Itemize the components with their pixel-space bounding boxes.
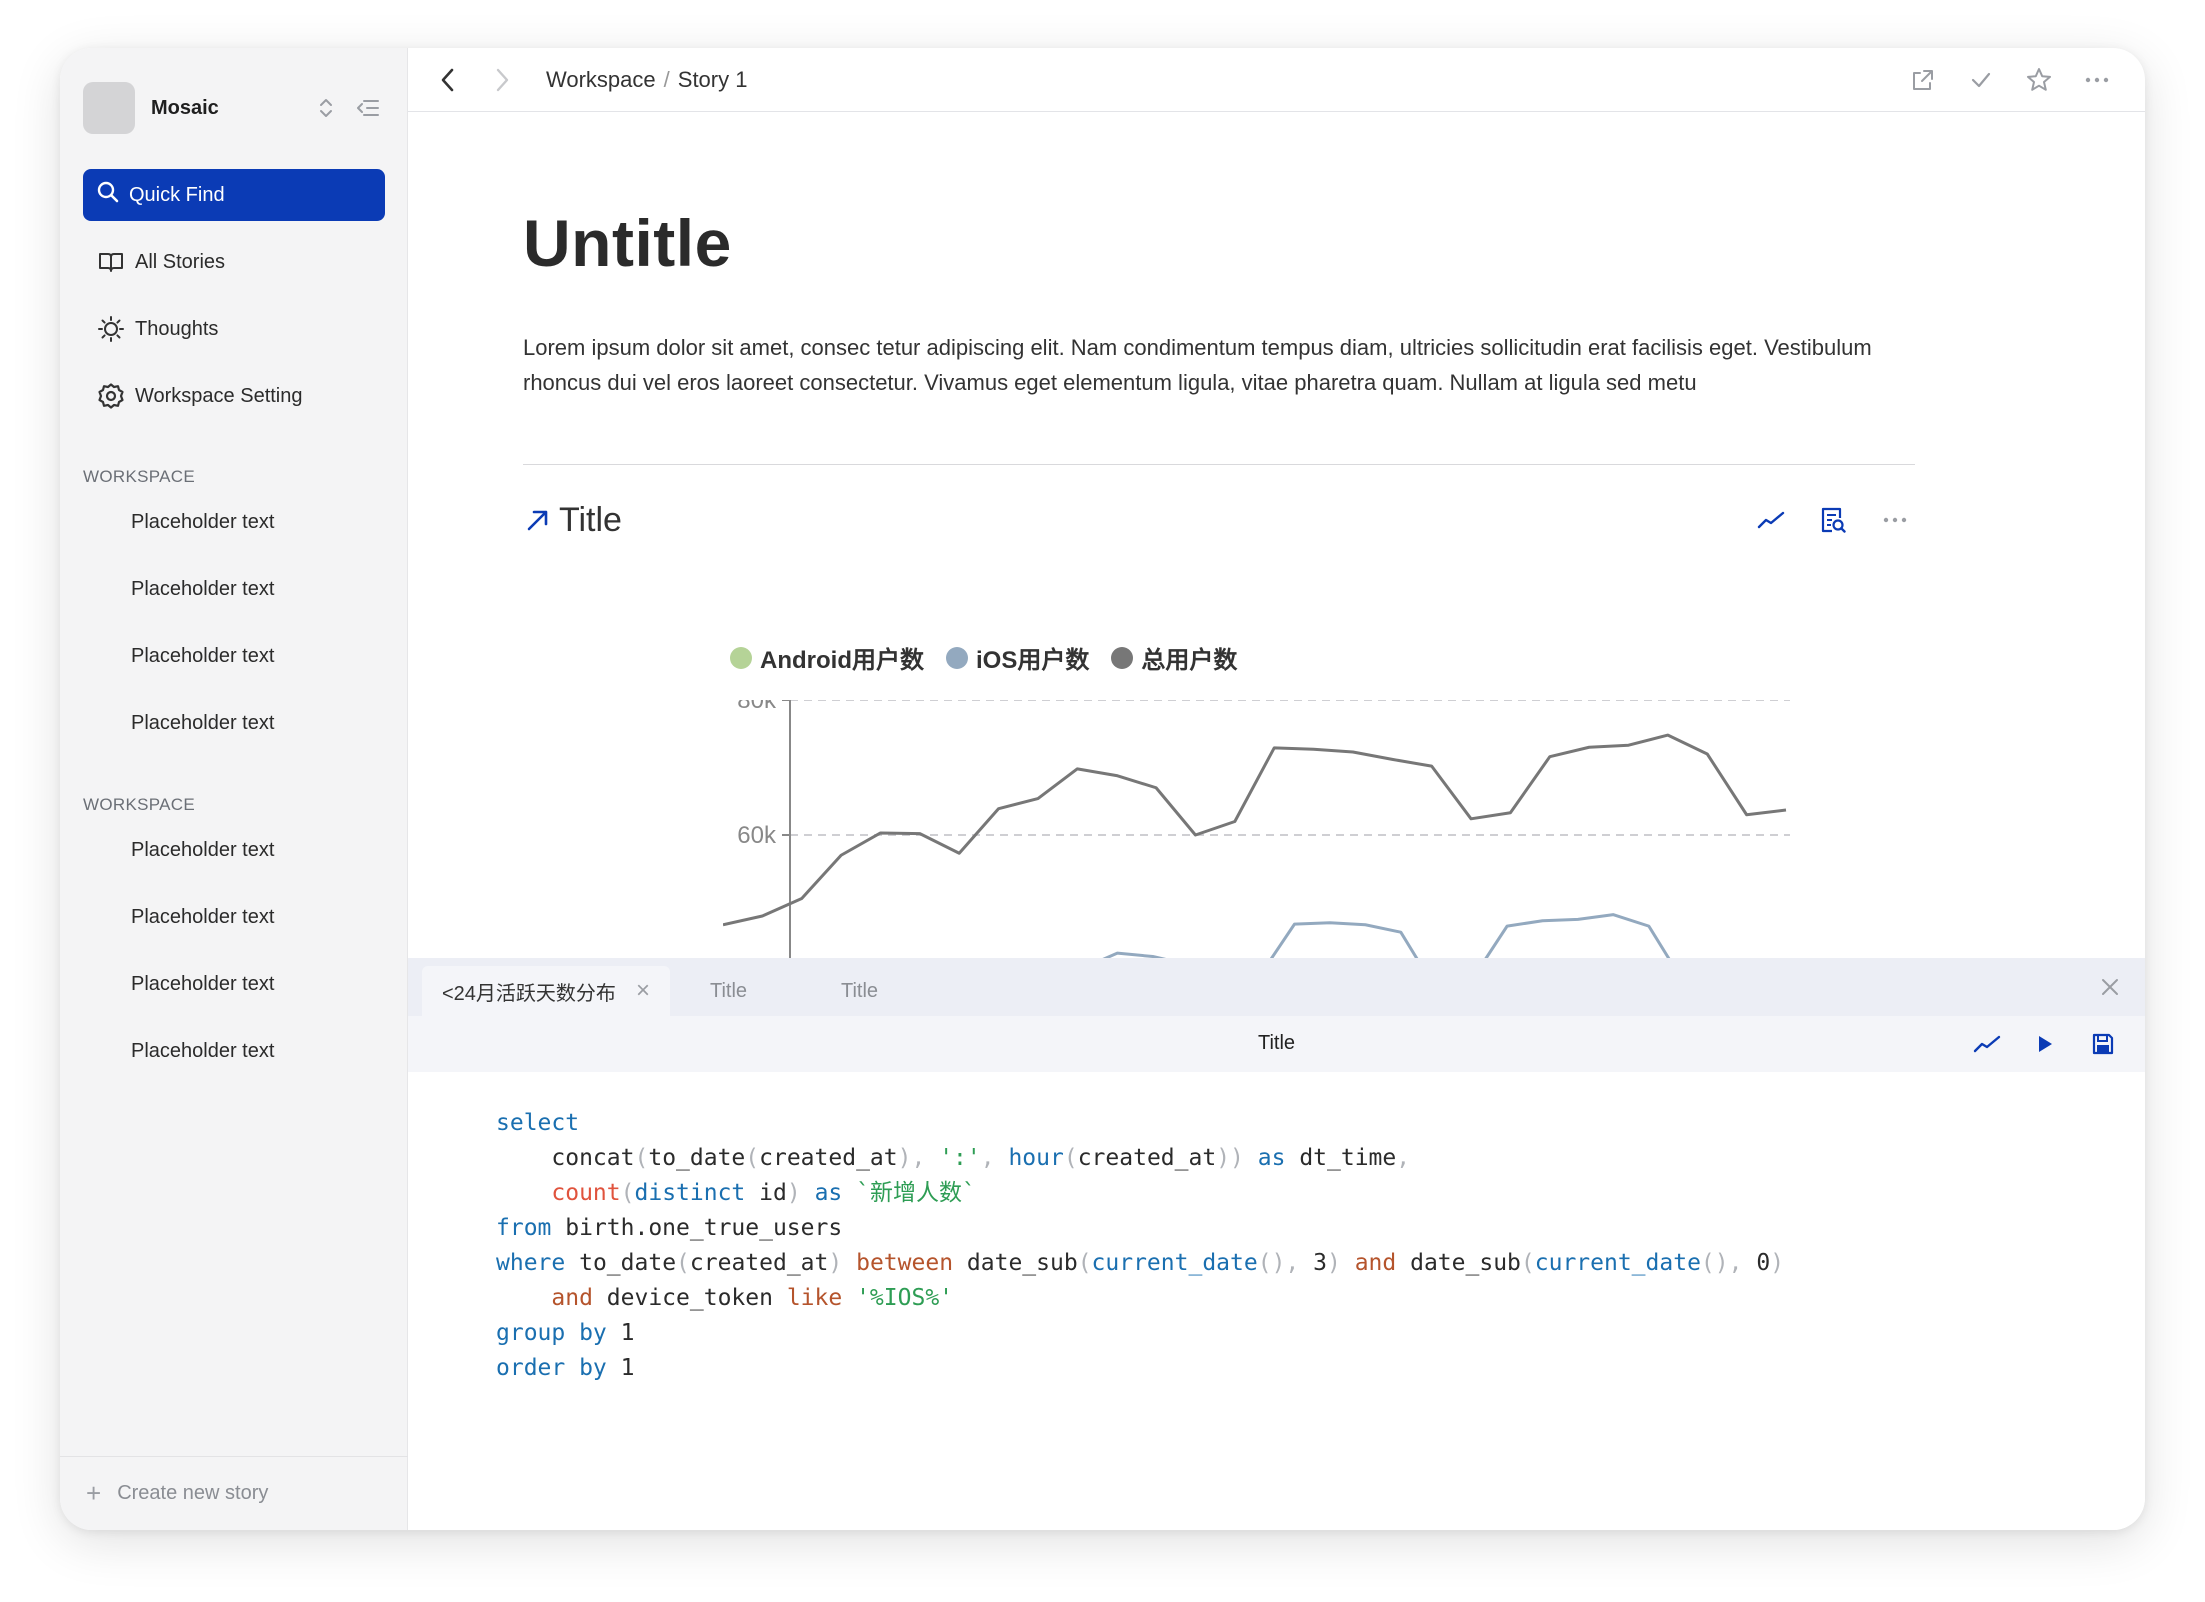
y-tick-label: 80k	[737, 700, 777, 714]
chart-block-header: Title	[523, 496, 1915, 544]
legend-swatch	[1111, 646, 1134, 669]
sidebar-item[interactable]: Placeholder text	[131, 906, 274, 929]
save-icon[interactable]	[2083, 1024, 2123, 1064]
nav-all-stories[interactable]: All Stories	[83, 238, 385, 286]
workspace-switch-icon[interactable]	[311, 93, 341, 123]
sidebar-item[interactable]: Placeholder text	[131, 1040, 274, 1063]
query-tools	[1967, 1024, 2123, 1064]
top-bar: Workspace / Story 1	[408, 48, 2145, 112]
nav-workspace-setting[interactable]: Workspace Setting	[83, 372, 385, 420]
sidebar-item[interactable]: Placeholder text	[131, 973, 274, 996]
sidebar-item[interactable]: Placeholder text	[131, 578, 274, 601]
line-chart: 80k 60k	[723, 700, 1790, 1000]
quick-find-label: Quick Find	[129, 183, 225, 206]
breadcrumb: Workspace / Story 1	[546, 67, 747, 93]
nav-label: Thoughts	[135, 317, 219, 340]
trend-arrow-icon	[527, 510, 548, 531]
top-actions	[1903, 60, 2117, 100]
sidebar: Mosaic Quick Find All Stories Thoughts W…	[60, 48, 408, 1530]
legend-swatch	[945, 646, 968, 669]
star-icon[interactable]	[2019, 60, 2059, 100]
create-new-story-button[interactable]: + Create new story	[60, 1456, 408, 1530]
sidebar-item[interactable]: Placeholder text	[131, 511, 274, 534]
create-new-story-label: Create new story	[117, 1482, 269, 1504]
sql-editor[interactable]: select concat(to_date(created_at), ':', …	[496, 1106, 1784, 1386]
query-toolbar: Title	[408, 1016, 2145, 1072]
series-line-total	[723, 733, 1787, 927]
section-label-workspace: WORKSPACE	[83, 795, 195, 814]
workspace-name: Mosaic	[151, 96, 219, 119]
query-inspect-icon[interactable]	[1813, 500, 1853, 540]
legend-item-android[interactable]: Android用户数	[730, 640, 924, 675]
query-tab-bar: <24月活跃天数分布 × Title Title	[408, 958, 2145, 1016]
back-button[interactable]	[428, 60, 468, 100]
app-window: Mosaic Quick Find All Stories Thoughts W…	[60, 48, 2145, 1530]
gear-icon	[97, 382, 125, 410]
chart-tools	[1751, 500, 1915, 540]
sidebar-item[interactable]: Placeholder text	[131, 645, 274, 668]
y-tick-label: 60k	[737, 822, 777, 849]
line-chart-icon[interactable]	[1967, 1024, 2007, 1064]
run-icon[interactable]	[2025, 1024, 2065, 1064]
quick-find-button[interactable]: Quick Find	[83, 169, 385, 221]
tab-label: Title	[841, 979, 879, 1002]
nav-thoughts[interactable]: Thoughts	[83, 305, 385, 353]
line-chart-icon[interactable]	[1751, 500, 1791, 540]
workspace-avatar	[83, 82, 135, 134]
close-panel-icon[interactable]	[2095, 972, 2125, 1002]
close-tab-icon[interactable]: ×	[636, 977, 650, 1005]
legend-label: Android用户数	[760, 647, 924, 674]
nav-label: All Stories	[135, 250, 226, 273]
query-title: Title	[1257, 1032, 1296, 1054]
nav-label: Workspace Setting	[135, 384, 303, 407]
chart-legend: Android用户数 iOS用户数 总用户数	[730, 640, 1237, 675]
legend-label: 总用户数	[1141, 647, 1238, 674]
tab-label: <24月活跃天数分布	[442, 982, 616, 1005]
lightbulb-icon	[97, 315, 125, 343]
divider	[523, 464, 1915, 465]
share-icon[interactable]	[1903, 60, 1943, 100]
sidebar-item[interactable]: Placeholder text	[131, 839, 274, 862]
legend-item-total[interactable]: 总用户数	[1111, 640, 1237, 675]
breadcrumb-story[interactable]: Story 1	[678, 67, 748, 93]
legend-item-ios[interactable]: iOS用户数	[945, 640, 1090, 675]
book-icon	[97, 248, 125, 276]
collapse-sidebar-icon[interactable]	[353, 93, 383, 123]
page-body-text[interactable]: Lorem ipsum dolor sit amet, consec tetur…	[523, 330, 1923, 400]
query-tab-active[interactable]: <24月活跃天数分布 ×	[422, 966, 670, 1016]
page-title[interactable]: Untitle	[523, 205, 732, 281]
more-icon[interactable]	[2077, 60, 2117, 100]
legend-swatch	[730, 646, 752, 669]
plus-icon: +	[86, 1478, 102, 1508]
section-label-workspace: WORKSPACE	[83, 467, 195, 486]
breadcrumb-workspace[interactable]: Workspace	[546, 67, 656, 93]
breadcrumb-separator: /	[663, 66, 670, 92]
legend-label: iOS用户数	[975, 647, 1090, 674]
query-panel: <24月活跃天数分布 × Title Title Title select co…	[408, 958, 2145, 1530]
forward-button[interactable]	[482, 60, 522, 100]
workspace-header[interactable]: Mosaic	[83, 82, 383, 134]
query-tab[interactable]: Title	[841, 966, 878, 1016]
query-tab[interactable]: Title	[710, 966, 747, 1016]
more-icon[interactable]	[1875, 500, 1915, 540]
search-icon	[97, 181, 119, 209]
sidebar-item[interactable]: Placeholder text	[131, 712, 274, 735]
tab-label: Title	[710, 979, 748, 1002]
chart-block-title[interactable]: Title	[559, 501, 622, 540]
check-icon[interactable]	[1961, 60, 2001, 100]
